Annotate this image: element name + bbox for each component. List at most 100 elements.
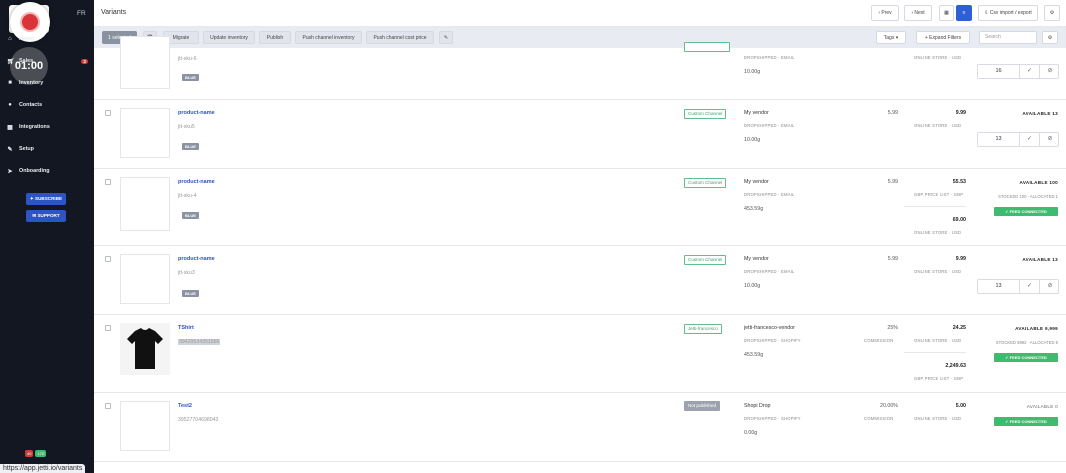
expand-filters-button[interactable]: + Expand Filters (916, 31, 970, 44)
row-checkbox[interactable] (105, 403, 111, 409)
tshirt-image (120, 323, 170, 375)
cost-price: 5.99 (887, 179, 898, 185)
sidebar-item-integrations[interactable]: ▦ Integrations (0, 121, 94, 133)
product-name-link[interactable]: Test2 (178, 403, 192, 409)
product-thumbnail[interactable] (120, 177, 170, 231)
cancel-icon[interactable]: ⊘ (1040, 133, 1060, 146)
product-thumbnail[interactable] (120, 108, 170, 158)
sale-price-secondary: 2,249.63 (945, 363, 966, 369)
vendor-name: My vendor (744, 179, 769, 185)
record-icon (20, 12, 40, 32)
weight: 453.59g (744, 206, 764, 212)
box-icon: ■ (8, 80, 12, 86)
channel-badge[interactable] (684, 42, 730, 52)
publish-button[interactable]: Publish (259, 31, 291, 44)
price-list: GBP PRICE LIST · GBP (914, 192, 964, 197)
sku: 39429534351566 (178, 339, 221, 345)
sidebar-item-inventory[interactable]: ■ Inventory (0, 77, 94, 89)
sale-price: 9.99 (955, 110, 966, 116)
filter-settings-button[interactable]: ⚙ (1042, 31, 1058, 44)
sidebar: FR 01:00 ⌂ Home 🛒︎ Sales 2 ■ Inventory ● Cont… (0, 0, 94, 473)
product-name-link[interactable]: TShirt (178, 325, 194, 331)
push-channel-cost-price-button[interactable]: Push channel cost price (366, 31, 434, 44)
row-checkbox[interactable] (105, 179, 111, 185)
sale-price: 55.53 (952, 179, 966, 185)
channel-badge[interactable]: Custom Channel (684, 109, 727, 119)
channel-badge[interactable]: Custom Channel (684, 255, 727, 265)
subscribe-button[interactable]: ✦ SUBSCRIBE (26, 193, 66, 205)
sidebar-item-setup[interactable]: ✎ Setup (0, 143, 94, 155)
product-thumbnail[interactable] (120, 254, 170, 304)
product-thumbnail[interactable] (120, 401, 170, 451)
check-icon[interactable]: ✓ (1020, 65, 1040, 78)
quantity-input[interactable]: 13 (978, 133, 1020, 146)
product-name-link[interactable]: product-name (178, 179, 215, 185)
weight: 10.00g (744, 137, 761, 143)
row-checkbox[interactable] (105, 325, 111, 331)
product-thumbnail[interactable] (120, 36, 170, 89)
weight: 453.59g (744, 352, 764, 358)
tags-dropdown[interactable]: Tags ▾ (876, 31, 906, 44)
check-icon[interactable]: ✓ (1020, 280, 1040, 293)
product-name-link[interactable]: product-name (178, 110, 215, 116)
settings-button[interactable]: ⚙ (1044, 5, 1060, 21)
sales-badge: 2 (81, 58, 88, 64)
support-button[interactable]: ✉ SUPPORT (26, 210, 66, 222)
price-list: ONLINE STORE · USD (914, 269, 962, 274)
stock-allocation: STOCKED 100 · ALLOCATED 1 (998, 194, 1058, 199)
sale-price-secondary: 69.00 (952, 217, 966, 223)
table-row: Test2 39527704698043 Not published Shopi… (94, 393, 1066, 462)
table-row: jtt-sku-6 BLUE DROPSHIPPED · EMAIL 10.00… (94, 36, 1066, 100)
table-row: product-name jtt-sku-4 BLUE Custom Chann… (94, 169, 1066, 246)
list-view-button[interactable]: ≡ (956, 5, 972, 21)
cancel-icon[interactable]: ⊘ (1040, 65, 1060, 78)
table-row (94, 462, 1066, 473)
language-switch[interactable]: FR (77, 10, 86, 17)
channel-badge[interactable]: Custom Channel (684, 178, 727, 188)
prev-button[interactable]: ‹ Prev (871, 5, 899, 21)
fulfillment-type: DROPSHIPPED · EMAIL (744, 55, 795, 60)
gear-icon: ⚙ (1049, 10, 1055, 16)
stock-allocation: STOCKED 9992 · ALLOCATED 6 (995, 340, 1058, 345)
sale-price: 24.25 (952, 325, 966, 331)
quantity-input[interactable]: 13 (978, 280, 1020, 293)
channel-badge[interactable]: Jetti-francesco (684, 324, 722, 334)
product-thumbnail[interactable] (120, 323, 170, 375)
channel-badge[interactable]: Not published (684, 401, 721, 411)
row-checkbox[interactable] (105, 110, 111, 116)
sidebar-item-home[interactable]: ⌂ Home (0, 33, 94, 45)
edit-button[interactable]: ✎ (439, 31, 453, 44)
availability: AVAILABLE 9,999 (1015, 326, 1058, 331)
quantity-stepper[interactable]: 16 ✓ ⊘ (977, 64, 1059, 79)
price-list: ONLINE STORE · USD (914, 55, 962, 60)
update-inventory-button[interactable]: Update inventory (203, 31, 255, 44)
quantity-input[interactable]: 16 (978, 65, 1020, 78)
cart-icon: 🛒︎ (7, 58, 15, 65)
product-name-link[interactable]: product-name (178, 256, 215, 262)
fulfillment-type: DROPSHIPPED · EMAIL (744, 192, 795, 197)
sidebar-item-onboarding[interactable]: ➤ Onboarding (0, 165, 94, 177)
page-title: Variants (101, 9, 127, 16)
next-button[interactable]: › Next (904, 5, 932, 21)
fulfillment-type: DROPSHIPPED · EMAIL (744, 269, 795, 274)
grid-view-button[interactable]: ▦ (939, 5, 954, 21)
table-row: product-name jtt-sku3 BLUE Custom Channe… (94, 246, 1066, 315)
top-bar: Variants ‹ Prev › Next ▦ ≡ ⇩ Csv import … (94, 0, 1066, 27)
cost-price: 5.99 (887, 110, 898, 116)
quantity-stepper[interactable]: 13 ✓ ⊘ (977, 132, 1059, 147)
row-checkbox[interactable] (105, 256, 111, 262)
check-icon[interactable]: ✓ (1020, 133, 1040, 146)
sidebar-item-sales[interactable]: 🛒︎ Sales 2 (0, 55, 94, 67)
sku: jtt-sku5 (178, 124, 195, 130)
price-list: ONLINE STORE · USD (914, 230, 962, 235)
sidebar-item-contacts[interactable]: ● Contacts (0, 99, 94, 111)
mini-badges: 40 170 (25, 450, 47, 457)
cancel-icon[interactable]: ⊘ (1040, 280, 1060, 293)
search-input[interactable]: Search (979, 31, 1037, 44)
commission-label: COMMISSION (864, 416, 894, 421)
csv-import-export-button[interactable]: ⇩ Csv import / export (978, 5, 1038, 21)
quantity-stepper[interactable]: 13 ✓ ⊘ (977, 279, 1059, 294)
push-channel-inventory-button[interactable]: Push channel inventory (295, 31, 362, 44)
sale-price: 5.00 (955, 403, 966, 409)
status-url: https://app.jetti.io/variants (0, 464, 86, 473)
